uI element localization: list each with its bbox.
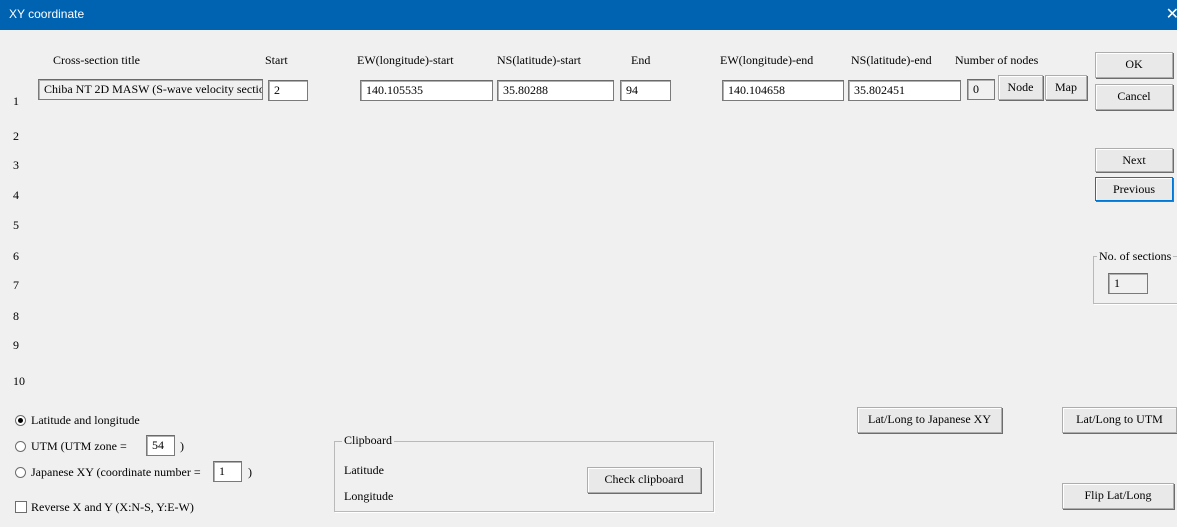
latlong-to-japanese-xy-button[interactable]: Lat/Long to Japanese XY [857, 407, 1002, 433]
header-ew-start: EW(longitude)-start [357, 53, 454, 67]
ns-start-field[interactable]: 35.80288 [497, 80, 614, 101]
utm-radio[interactable] [15, 441, 26, 452]
end-field[interactable]: 94 [620, 80, 671, 101]
ew-start-field[interactable]: 140.105535 [360, 80, 493, 101]
japanese-xy-label: Japanese XY (coordinate number = [31, 465, 201, 479]
latlong-label: Latitude and longitude [31, 413, 140, 427]
utm-zone-field[interactable]: 54 [146, 435, 175, 456]
node-button[interactable]: Node [998, 75, 1043, 100]
header-number-of-nodes: Number of nodes [955, 53, 1039, 67]
row-number: 6 [13, 249, 19, 263]
row-number: 2 [13, 129, 19, 143]
ew-end-field[interactable]: 140.104658 [722, 80, 844, 101]
row-number: 8 [13, 309, 19, 323]
utm-close-paren: ) [180, 439, 184, 453]
row-number: 4 [13, 188, 19, 202]
clipboard-label: Clipboard [342, 433, 394, 448]
check-clipboard-button[interactable]: Check clipboard [587, 467, 701, 493]
cross-section-title-field[interactable]: Chiba NT 2D MASW (S-wave velocity sectio [38, 79, 263, 100]
previous-button[interactable]: Previous [1095, 177, 1173, 201]
header-end: End [631, 53, 651, 67]
cancel-button[interactable]: Cancel [1095, 84, 1173, 110]
header-ns-end: NS(latitude)-end [851, 53, 932, 67]
japanese-xy-radio[interactable] [15, 467, 26, 478]
header-ew-end: EW(longitude)-end [720, 53, 814, 67]
header-cross-section-title: Cross-section title [53, 53, 140, 67]
sections-label: No. of sections [1097, 249, 1174, 264]
japanese-close-paren: ) [248, 465, 252, 479]
row-number: 9 [13, 338, 19, 352]
japanese-coord-number-field[interactable]: 1 [213, 461, 242, 482]
header-ns-start: NS(latitude)-start [497, 53, 581, 67]
window-title: XY coordinate [9, 7, 85, 21]
ok-button[interactable]: OK [1095, 52, 1173, 78]
next-button[interactable]: Next [1095, 148, 1173, 172]
row-number: 1 [13, 94, 19, 108]
utm-label: UTM (UTM zone = [31, 439, 127, 453]
close-icon[interactable]: ✕ [1166, 4, 1177, 24]
reverse-xy-checkbox[interactable] [15, 501, 27, 513]
flip-latlong-button[interactable]: Flip Lat/Long [1062, 483, 1174, 509]
latlong-to-utm-button[interactable]: Lat/Long to UTM [1062, 407, 1177, 433]
header-start: Start [265, 53, 288, 67]
latlong-radio[interactable] [15, 415, 26, 426]
ns-end-field[interactable]: 35.802451 [848, 80, 961, 101]
row-number: 7 [13, 278, 19, 292]
title-bar: XY coordinate ✕ [0, 0, 1177, 30]
start-field[interactable]: 2 [268, 80, 308, 101]
row-number: 3 [13, 158, 19, 172]
reverse-xy-label: Reverse X and Y (X:N-S, Y:E-W) [31, 500, 194, 514]
longitude-label: Longitude [344, 489, 394, 503]
map-button[interactable]: Map [1045, 75, 1087, 100]
row-number: 10 [13, 374, 25, 388]
row-number: 5 [13, 218, 19, 232]
number-of-nodes-field: 0 [967, 79, 995, 100]
latitude-label: Latitude [344, 463, 384, 477]
sections-count-field: 1 [1108, 273, 1148, 294]
